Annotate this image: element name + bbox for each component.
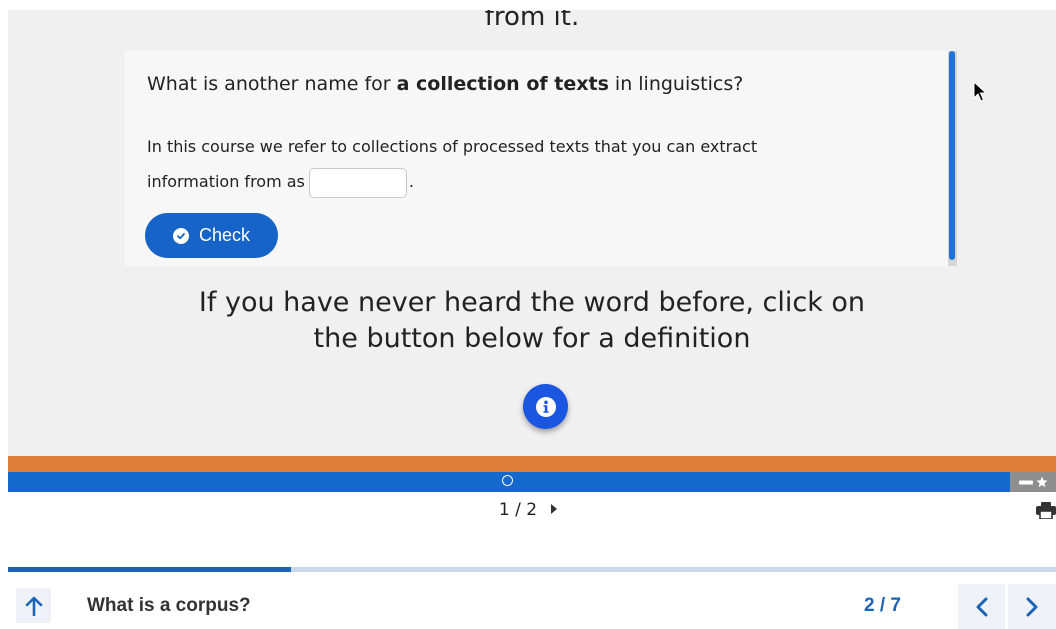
slide-heading-fragment: from it. [484, 10, 580, 32]
minus-icon [1018, 480, 1033, 484]
slide-content: from it. What is another name for a coll… [8, 10, 1056, 456]
chevron-left-icon [976, 597, 987, 616]
star-icon [1036, 476, 1047, 488]
question-suffix: in linguistics? [608, 73, 744, 95]
slide-bottom-band [8, 456, 1056, 472]
quiz-scrollbar-thumb[interactable] [949, 51, 955, 260]
question-bold-term: a collection of texts [396, 73, 609, 95]
bar-tool-button[interactable] [1010, 472, 1056, 492]
answer-blank-input[interactable] [308, 167, 407, 198]
sentence-suffix: . [408, 172, 414, 191]
player-navigation-bar [8, 472, 1056, 492]
sentence-prefix: In this course we refer to collections o… [147, 137, 758, 191]
info-icon [535, 396, 556, 417]
printer-icon[interactable] [1036, 502, 1056, 519]
back-to-overview-button[interactable] [16, 588, 51, 623]
slide-progress-dot[interactable] [502, 475, 513, 486]
chevron-right-icon [1026, 597, 1038, 616]
definition-info-button[interactable] [523, 384, 568, 429]
course-footer: What is a corpus? 2 / 7 [8, 572, 1056, 629]
mouse-cursor-icon [973, 81, 987, 102]
check-button[interactable]: Check [145, 213, 278, 258]
fill-blank-sentence: In this course we refer to collections o… [147, 129, 847, 199]
lesson-page-counter: 2 / 7 [864, 595, 901, 616]
question-prefix: What is another name for [147, 73, 397, 95]
hint-line-1: If you have never heard the word before,… [198, 287, 866, 318]
page-indicator: 1 / 2 [498, 500, 538, 520]
previous-page-button[interactable] [958, 584, 1005, 629]
fill-blank-quiz: What is another name for a collection of… [125, 51, 957, 266]
slide-pager: 1 / 2 [0, 500, 1056, 520]
lesson-title: What is a corpus? [87, 595, 251, 616]
check-button-label: Check [198, 225, 251, 245]
check-circle-icon [172, 227, 189, 244]
next-page-button[interactable] [1008, 584, 1056, 629]
next-slide-arrow-icon[interactable] [551, 504, 558, 514]
quiz-question: What is another name for a collection of… [147, 73, 743, 95]
definition-hint: If you have never heard the word before,… [8, 285, 1056, 357]
hint-line-2: the button below for a definition [313, 323, 751, 354]
arrow-up-icon [25, 596, 42, 616]
